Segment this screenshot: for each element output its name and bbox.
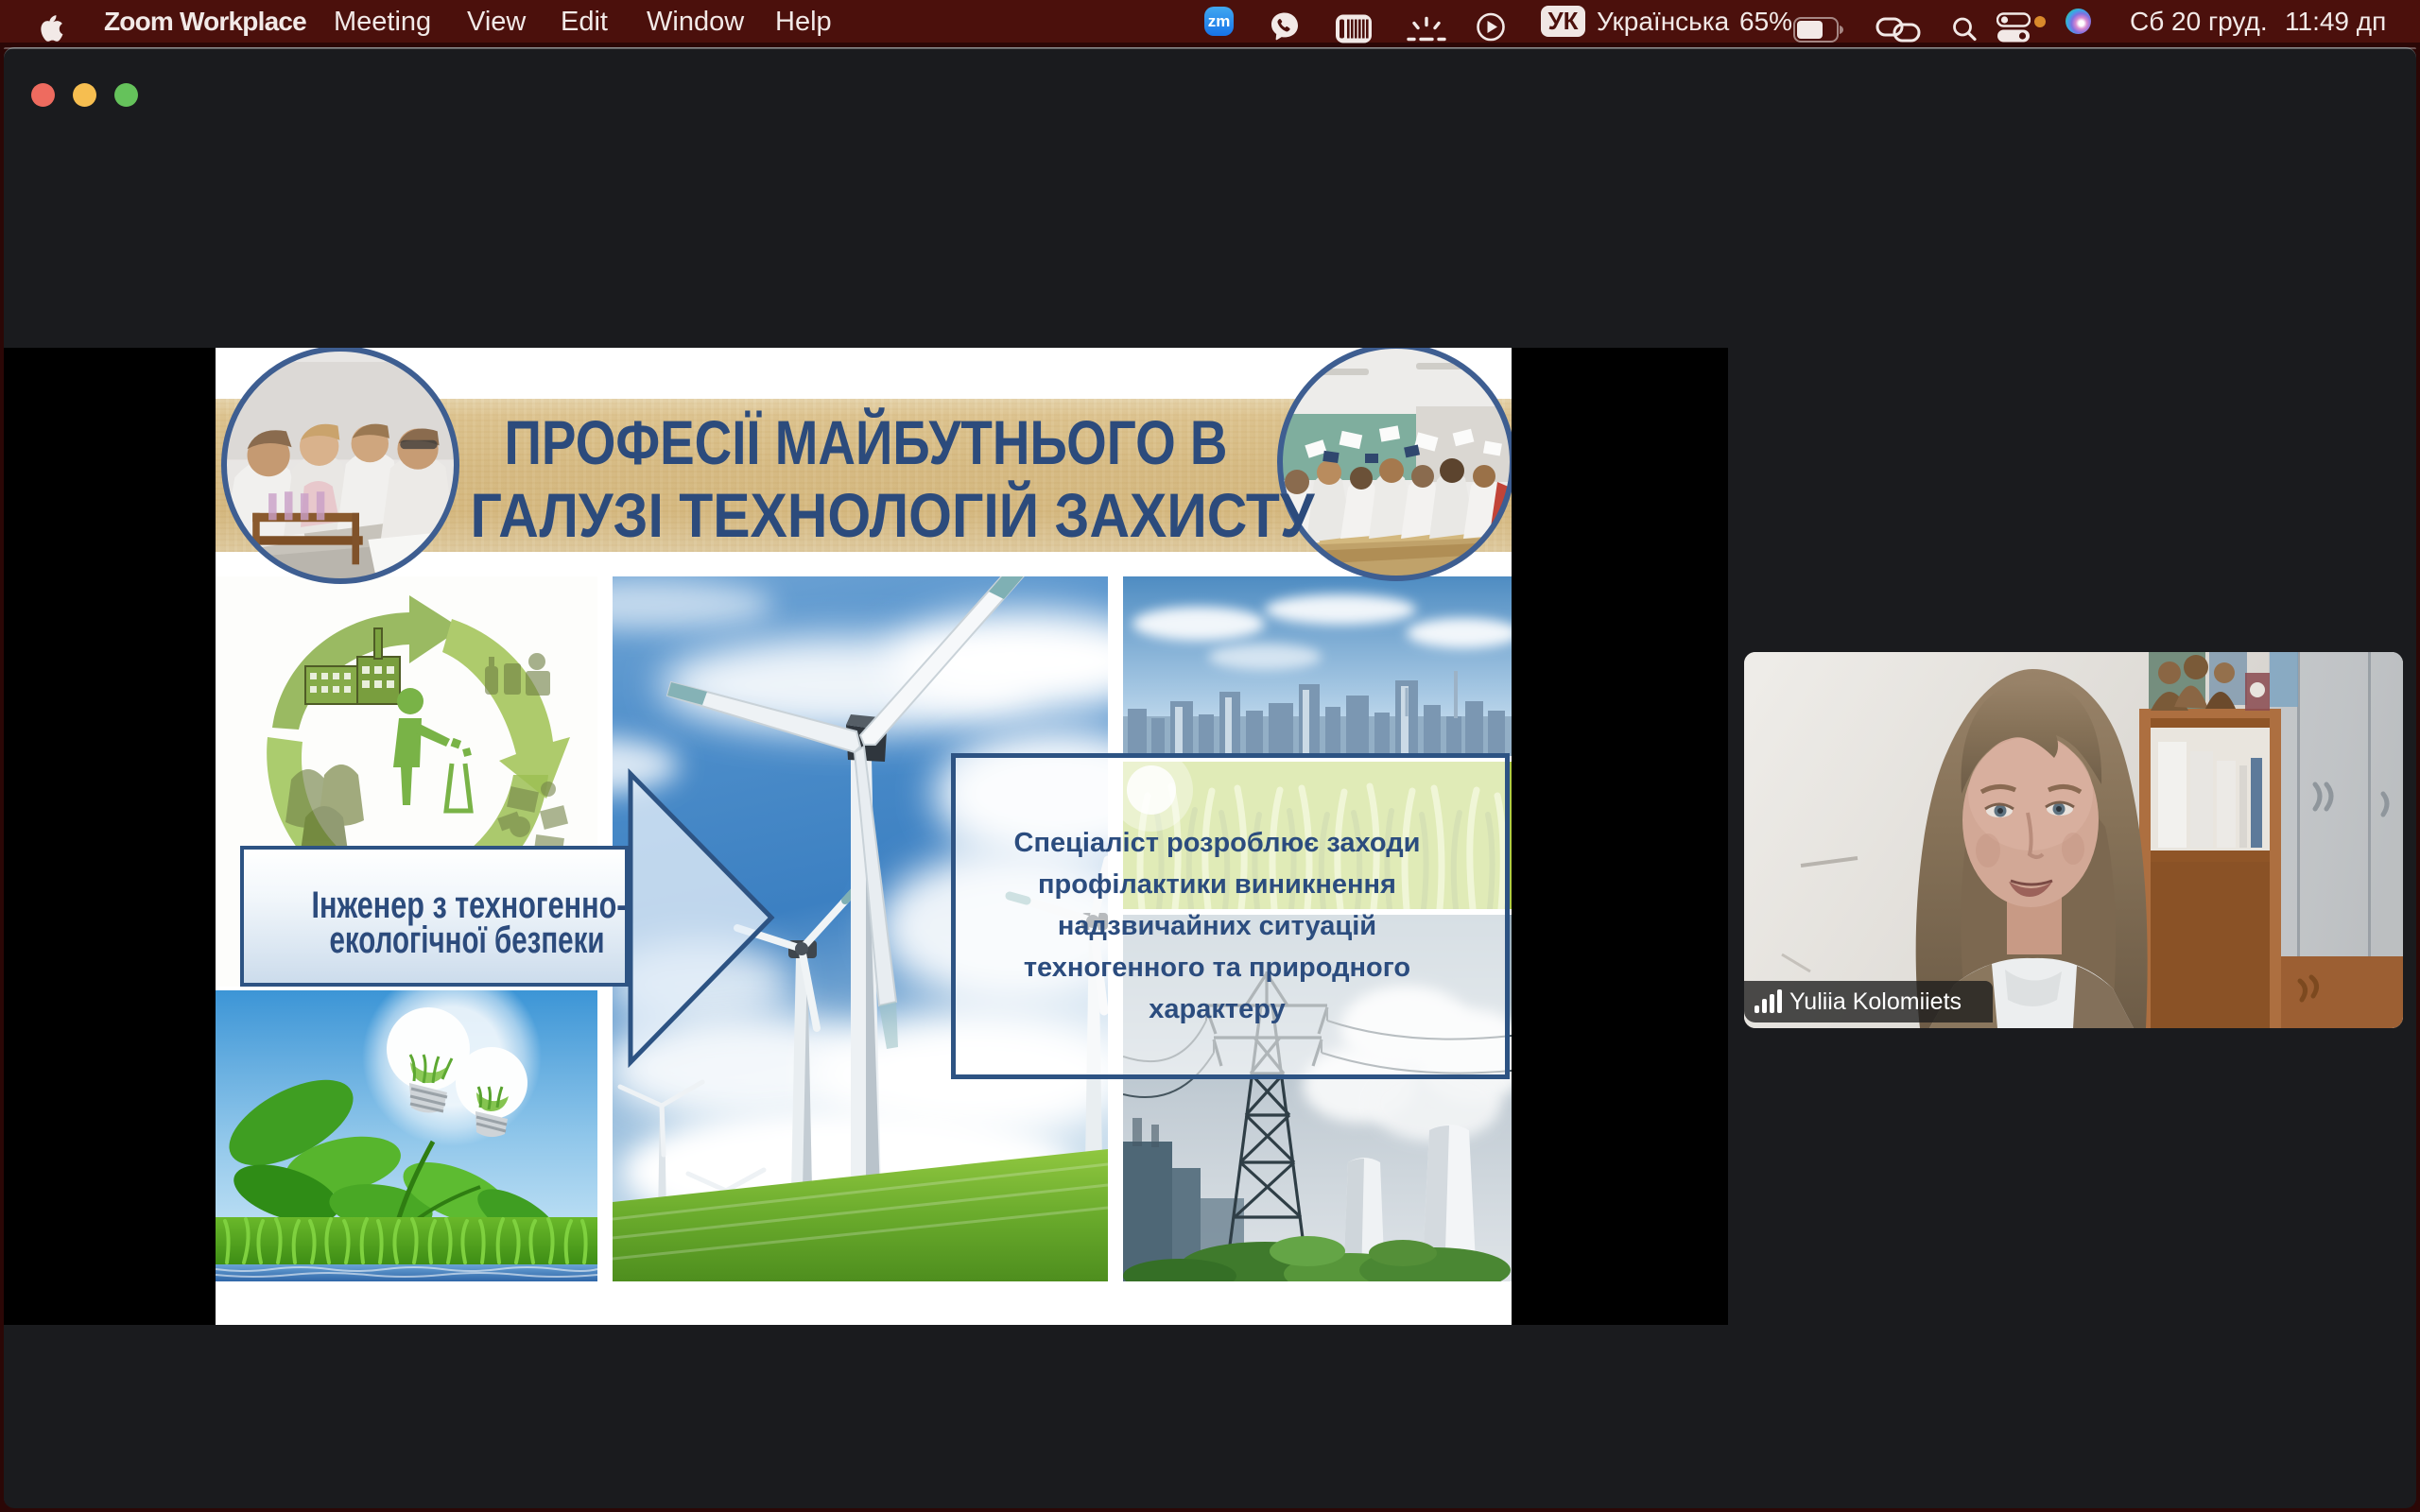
svg-text:екологічної безпеки: екологічної безпеки bbox=[330, 919, 605, 961]
svg-text:ГАЛУЗІ ТЕХНОЛОГІЙ ЗАХИСТУ: ГАЛУЗІ ТЕХНОЛОГІЙ ЗАХИСТУ bbox=[471, 479, 1316, 550]
svg-text:ПРОФЕСІЇ МАЙБУТНЬОГО В: ПРОФЕСІЇ МАЙБУТНЬОГО В bbox=[505, 406, 1228, 477]
